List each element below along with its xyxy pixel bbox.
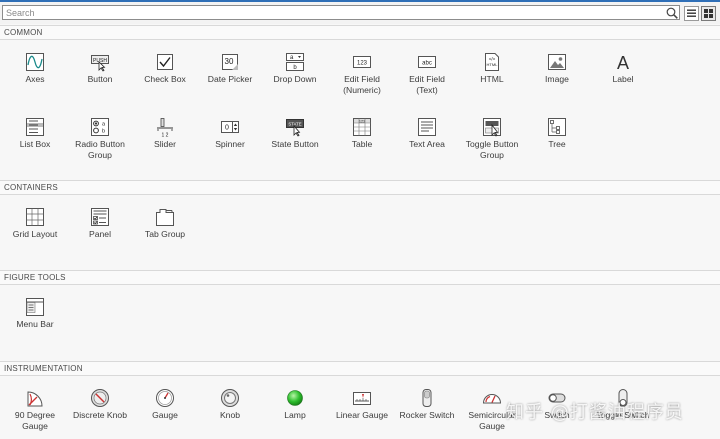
lamp-icon [287,390,303,406]
component-label[interactable]: A Label [590,52,656,85]
rocker-switch-icon [422,389,432,407]
edit-field-numeric-icon: 123 [353,56,371,68]
image-icon [548,54,566,70]
section-header-common[interactable]: COMMON [0,25,720,40]
svg-text:abc: abc [422,61,432,67]
html-icon: </> HTML [485,53,499,71]
component-panel[interactable]: Panel [67,207,133,240]
list-view-icon [687,9,696,17]
search-icon[interactable] [665,6,679,20]
section-header-containers[interactable]: CONTAINERS [0,180,720,195]
component-gauge[interactable]: Gauge [132,388,198,421]
label-icon: A [617,53,629,72]
svg-text:</>: </> [489,57,496,62]
component-axes[interactable]: Axes [2,52,68,85]
axes-icon [26,53,44,71]
component-tree[interactable]: Tree [524,117,590,150]
component-check-box[interactable]: Check Box [132,52,198,85]
state-button-icon: STATE [286,119,304,137]
component-list-box[interactable]: List Box [2,117,68,150]
list-view-button[interactable] [684,6,699,21]
component-knob[interactable]: Knob [197,388,263,421]
component-spinner[interactable]: 0 Spinner [197,117,263,150]
component-drop-down[interactable]: a b Drop Down [262,52,328,85]
spinner-icon: 0 [221,121,239,133]
component-image[interactable]: Image [524,52,590,85]
semicircular-gauge-icon [482,394,502,404]
svg-text:A: A [617,53,629,72]
component-toggle-button-group[interactable]: Toggle Button Group [459,117,525,161]
search-input[interactable] [2,5,680,20]
panel-icon [91,208,109,226]
button-icon: PUSH [91,55,109,72]
svg-text:30: 30 [225,57,234,66]
drop-down-icon: a b [286,53,304,71]
component-edit-field-text[interactable]: abc Edit Field (Text) [394,52,460,96]
svg-text:1 2: 1 2 [162,133,169,138]
menu-bar-icon [26,298,44,316]
svg-text:HTML: HTML [487,62,499,67]
component-slider[interactable]: 1 2 Slider [132,117,198,150]
search-bar [0,2,720,24]
component-table[interactable]: 123 Table [329,117,395,150]
grid-layout-icon [26,208,44,226]
tree-icon [548,118,566,136]
text-area-icon [418,118,436,136]
watermark-text: 知乎 @打酱油程序员 [506,402,684,423]
radio-button-group-icon: a b [91,118,109,136]
slider-icon: 1 2 [157,118,173,138]
component-radio-button-group[interactable]: a b Radio Button Group [67,117,133,161]
component-grid-layout[interactable]: Grid Layout [2,207,68,240]
component-date-picker[interactable]: 30 Date Picker [197,52,263,85]
table-icon: 123 [353,118,371,136]
svg-text:0: 0 [225,125,229,132]
check-box-icon [157,54,173,70]
component-menu-bar[interactable]: Menu Bar [2,297,68,330]
date-picker-icon: 30 [222,54,238,70]
svg-text:123: 123 [357,61,368,67]
section-title: CONTAINERS [4,183,58,192]
section-title: INSTRUMENTATION [4,364,83,373]
list-box-icon [26,118,44,136]
discrete-knob-icon [91,389,109,407]
gauge-icon [156,389,174,407]
svg-text:b: b [102,129,105,135]
component-90-degree-gauge[interactable]: 90 Degree Gauge [2,388,68,432]
grid-view-button[interactable] [701,6,716,21]
component-discrete-knob[interactable]: Discrete Knob [67,388,133,421]
component-text-area[interactable]: Text Area [394,117,460,150]
component-linear-gauge[interactable]: Linear Gauge [329,388,395,421]
component-tab-group[interactable]: Tab Group [132,207,198,240]
section-header-figure-tools[interactable]: FIGURE TOOLS [0,270,720,285]
component-html[interactable]: </> HTML HTML [459,52,525,85]
linear-gauge-icon [353,392,371,405]
section-header-instrumentation[interactable]: INSTRUMENTATION [0,361,720,376]
knob-icon [221,389,239,407]
grid-view-icon [704,9,713,18]
edit-field-text-icon: abc [418,56,436,68]
section-title: COMMON [4,28,43,37]
component-edit-field-numeric[interactable]: 123 Edit Field (Numeric) [329,52,395,96]
component-state-button[interactable]: STATE State Button [262,117,328,150]
tab-group-icon [156,209,174,226]
section-title: FIGURE TOOLS [4,273,66,282]
component-lamp[interactable]: Lamp [262,388,328,421]
toggle-button-group-icon [483,118,501,137]
component-rocker-switch[interactable]: Rocker Switch [394,388,460,421]
ninety-degree-gauge-icon [27,391,43,407]
component-button[interactable]: PUSH Button [67,52,133,85]
svg-text:STATE: STATE [288,121,301,126]
